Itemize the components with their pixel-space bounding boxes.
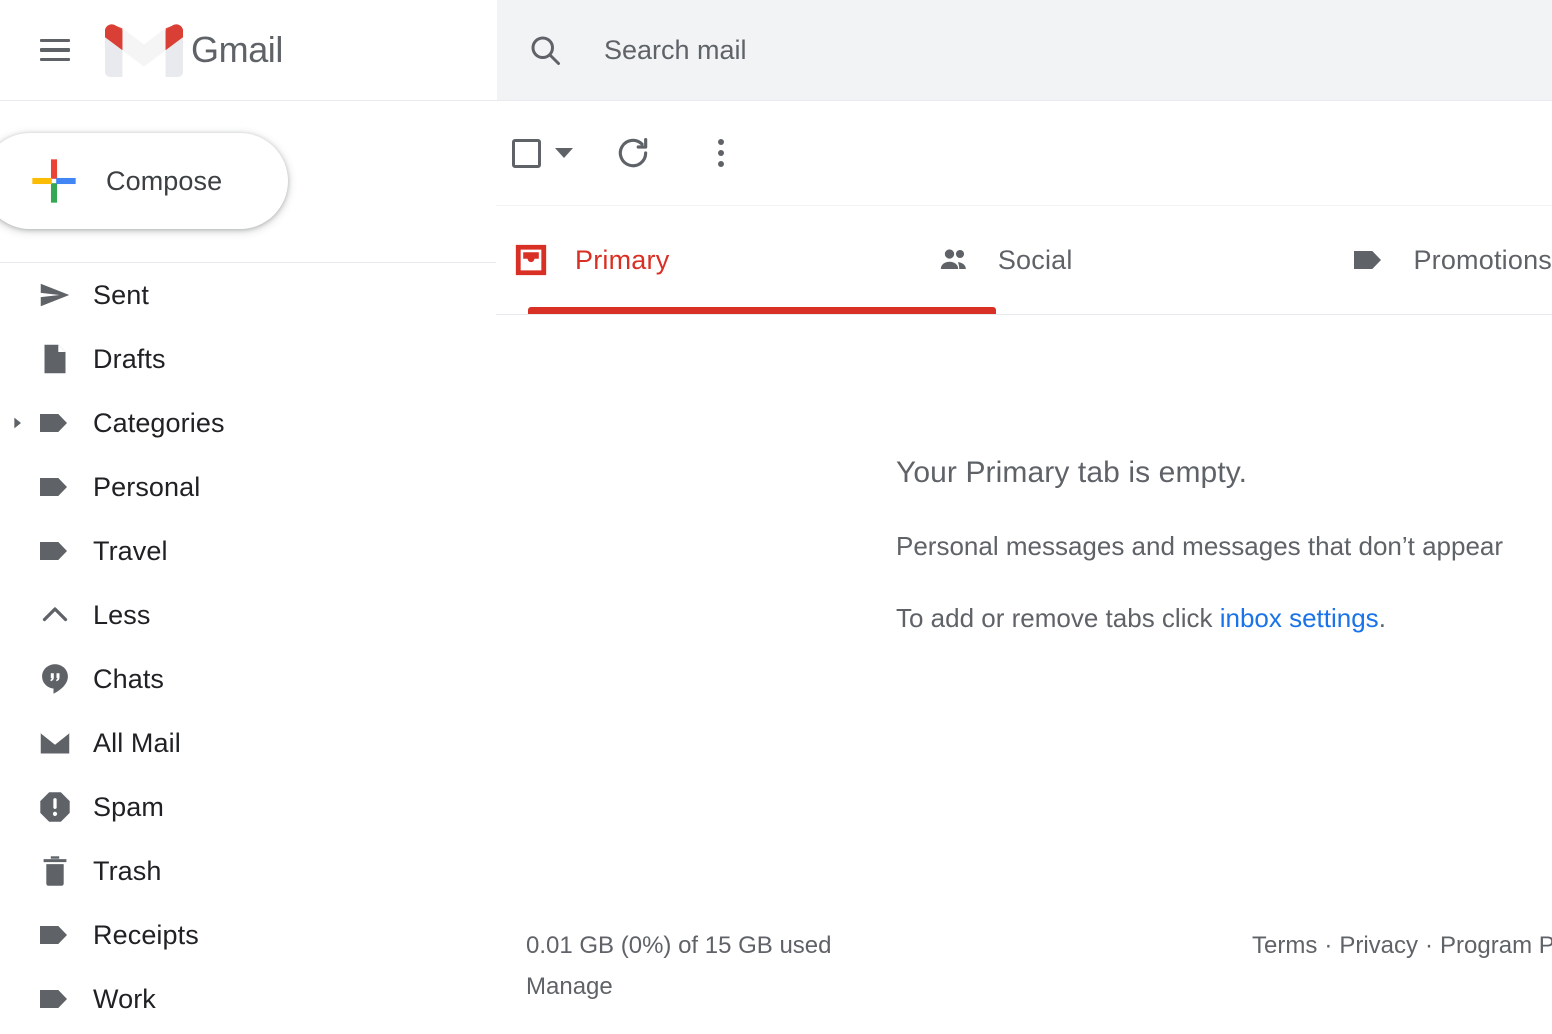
label-icon bbox=[37, 405, 73, 441]
sidebar-item-label: Less bbox=[93, 600, 150, 631]
manage-storage-link[interactable]: Manage bbox=[526, 973, 613, 1001]
sidebar-item-label: Travel bbox=[93, 536, 168, 567]
mail-toolbar bbox=[496, 101, 1552, 205]
hangouts-icon bbox=[37, 661, 73, 697]
label-icon bbox=[37, 981, 73, 1017]
search-input[interactable] bbox=[604, 20, 1552, 80]
sidebar-item-categories[interactable]: Categories bbox=[0, 391, 496, 455]
sidebar-item-label: Drafts bbox=[93, 344, 166, 375]
tab-label: Promotions bbox=[1413, 245, 1552, 276]
compose-button[interactable]: Compose bbox=[0, 133, 288, 229]
gmail-app: Gmail Compose SentDraftsCategoriesPerso bbox=[0, 0, 1552, 1034]
sidebar-item-label: Receipts bbox=[93, 920, 199, 951]
hamburger-bar bbox=[40, 48, 70, 52]
kebab-dot bbox=[718, 161, 724, 167]
refresh-button[interactable] bbox=[605, 125, 661, 181]
label-icon bbox=[37, 533, 73, 569]
inbox-settings-link[interactable]: inbox settings bbox=[1220, 603, 1379, 633]
brand-title: Gmail bbox=[191, 29, 283, 71]
empty-state-settings-line: To add or remove tabs click inbox settin… bbox=[896, 603, 1552, 634]
send-icon bbox=[37, 277, 73, 313]
hamburger-bar bbox=[40, 58, 70, 62]
tab-label: Primary bbox=[575, 245, 669, 276]
inbox-icon bbox=[512, 241, 550, 279]
footer-links: Terms · Privacy · Program P bbox=[1252, 932, 1552, 960]
label-icon bbox=[37, 917, 73, 953]
empty-state-title: Your Primary tab is empty. bbox=[896, 456, 1552, 490]
sidebar-item-all-mail[interactable]: All Mail bbox=[0, 711, 496, 775]
spam-icon bbox=[37, 789, 73, 825]
trash-icon bbox=[37, 853, 73, 889]
sidebar-item-label: Spam bbox=[93, 792, 164, 823]
sidebar-item-label: All Mail bbox=[93, 728, 181, 759]
more-vertical-icon bbox=[718, 139, 724, 167]
gmail-brand[interactable]: Gmail bbox=[105, 19, 283, 81]
sidebar-item-label: Work bbox=[93, 984, 156, 1015]
hamburger-bar bbox=[40, 39, 70, 43]
kebab-dot bbox=[718, 150, 724, 156]
tab-promotions[interactable]: Promotions bbox=[1350, 206, 1552, 314]
sidebar-item-personal[interactable]: Personal bbox=[0, 455, 496, 519]
search-bar bbox=[497, 0, 1552, 100]
sidebar-item-label: Chats bbox=[93, 664, 164, 695]
tab-primary[interactable]: Primary bbox=[512, 206, 935, 314]
settings-line-suffix: . bbox=[1379, 603, 1386, 633]
compose-label: Compose bbox=[106, 166, 222, 197]
refresh-icon bbox=[614, 134, 652, 172]
sidebar-item-receipts[interactable]: Receipts bbox=[0, 903, 496, 967]
gmail-logo-icon bbox=[105, 19, 183, 81]
sidebar-nav: Sent Drafts Categories Personal Travel Less Ch… bbox=[0, 263, 496, 1031]
people-icon bbox=[935, 241, 973, 279]
footer: 0.01 GB (0%) of 15 GB used Manage Terms ·… bbox=[496, 914, 1552, 1034]
search-icon[interactable] bbox=[521, 26, 569, 74]
separator-dot: · bbox=[1324, 932, 1332, 959]
storage-usage-text: 0.01 GB (0%) of 15 GB used bbox=[526, 932, 832, 960]
draft-icon bbox=[37, 341, 73, 377]
plus-icon bbox=[28, 155, 80, 207]
chevron-up-icon bbox=[37, 597, 73, 633]
separator-dot: · bbox=[1425, 932, 1433, 959]
inbox-tabs: Primary Social bbox=[496, 205, 1552, 315]
sidebar: Compose Sent Drafts Categories Personal Trav… bbox=[0, 101, 496, 1034]
chevron-down-icon[interactable] bbox=[555, 148, 573, 158]
main-content: Primary Social bbox=[496, 101, 1552, 1034]
sidebar-item-label: Categories bbox=[93, 408, 225, 439]
active-tab-indicator bbox=[528, 307, 996, 314]
sidebar-item-spam[interactable]: Spam bbox=[0, 775, 496, 839]
hamburger-menu-icon[interactable] bbox=[31, 26, 79, 74]
label-icon bbox=[37, 469, 73, 505]
empty-state: Your Primary tab is empty. Personal mess… bbox=[896, 456, 1552, 634]
settings-line-prefix: To add or remove tabs click bbox=[896, 603, 1220, 633]
sidebar-item-travel[interactable]: Travel bbox=[0, 519, 496, 583]
sidebar-item-less[interactable]: Less bbox=[0, 583, 496, 647]
label-icon bbox=[1350, 241, 1388, 279]
privacy-link[interactable]: Privacy bbox=[1339, 932, 1418, 959]
sidebar-item-chats[interactable]: Chats bbox=[0, 647, 496, 711]
checkbox-icon[interactable] bbox=[512, 139, 541, 168]
select-all-control[interactable] bbox=[512, 139, 573, 168]
sidebar-item-sent[interactable]: Sent bbox=[0, 263, 496, 327]
program-policies-link[interactable]: Program P bbox=[1440, 932, 1552, 959]
empty-state-description: Personal messages and messages that don’… bbox=[896, 531, 1552, 562]
sidebar-item-label: Sent bbox=[93, 280, 149, 311]
sidebar-item-label: Personal bbox=[93, 472, 200, 503]
terms-link[interactable]: Terms bbox=[1252, 932, 1317, 959]
tab-label: Social bbox=[998, 245, 1073, 276]
sidebar-item-trash[interactable]: Trash bbox=[0, 839, 496, 903]
sidebar-item-label: Trash bbox=[93, 856, 162, 887]
more-options-button[interactable] bbox=[693, 125, 749, 181]
expand-arrow-icon[interactable] bbox=[8, 414, 26, 432]
kebab-dot bbox=[718, 139, 724, 145]
app-header: Gmail bbox=[0, 0, 1552, 101]
sidebar-item-drafts[interactable]: Drafts bbox=[0, 327, 496, 391]
sidebar-item-work[interactable]: Work bbox=[0, 967, 496, 1031]
mail-icon bbox=[37, 725, 73, 761]
tab-social[interactable]: Social bbox=[935, 206, 1351, 314]
